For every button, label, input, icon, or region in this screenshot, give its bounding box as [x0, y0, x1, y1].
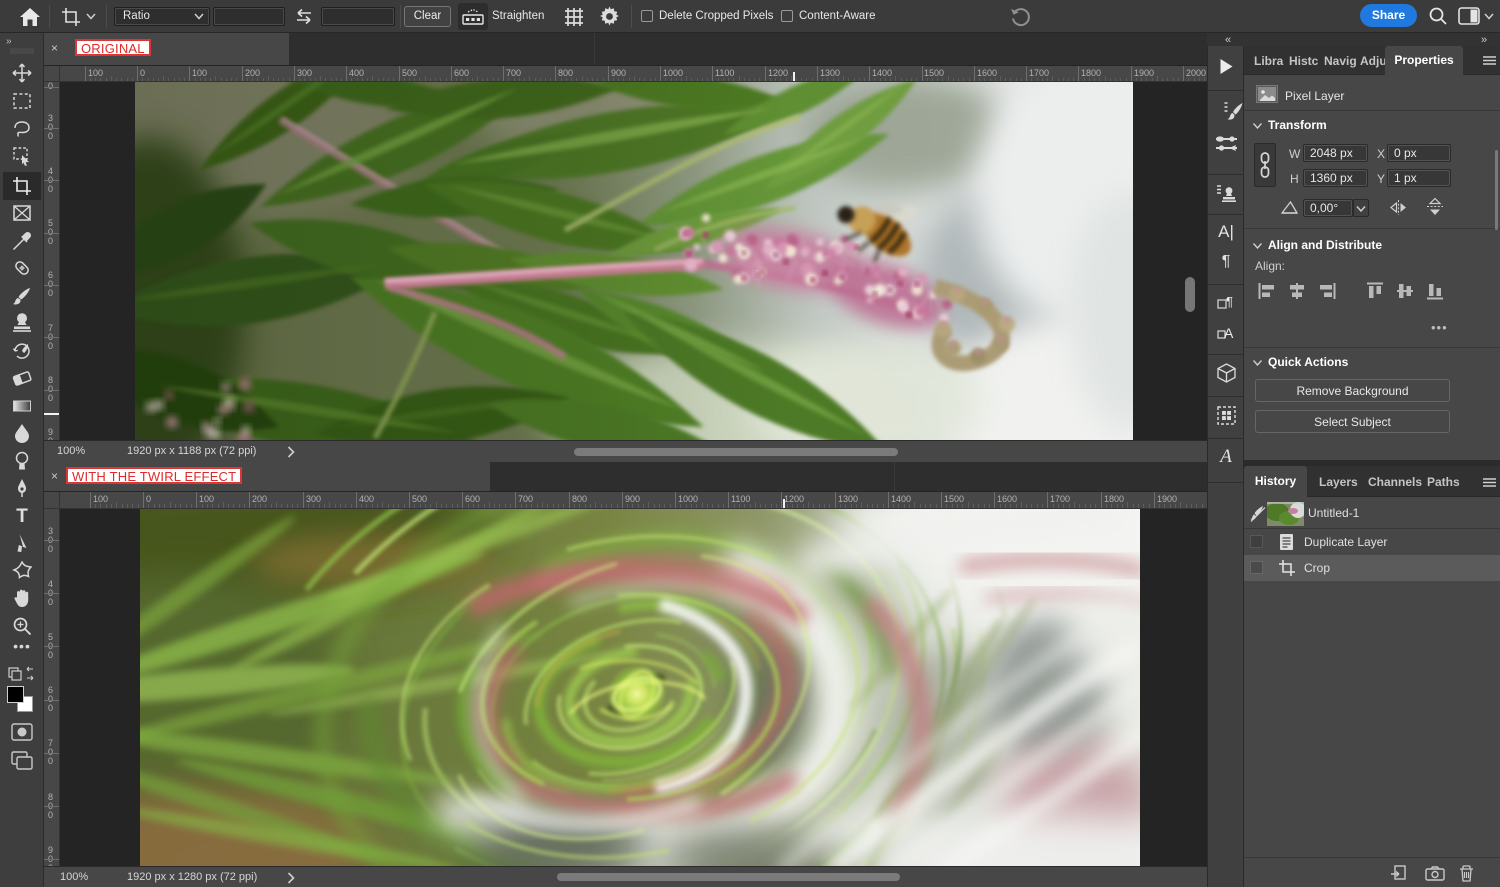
svg-text:¶: ¶ [1226, 294, 1233, 309]
svg-text:A: A [1224, 325, 1234, 341]
